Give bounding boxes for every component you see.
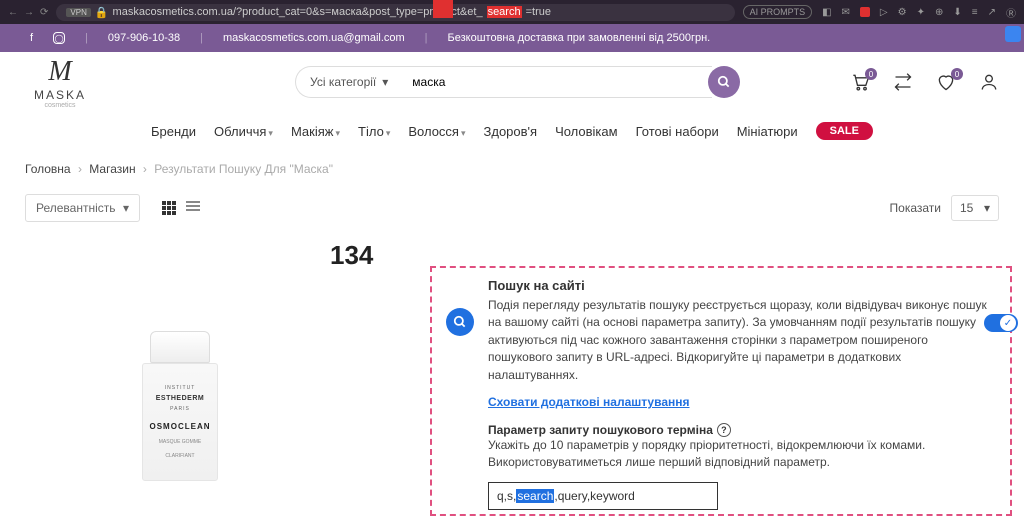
- browser-chrome: ← → ⟳ VPN 🔒 maskacosmetics.com.ua/?produ…: [0, 0, 1024, 24]
- logo[interactable]: M MASKA cosmetics: [25, 56, 95, 109]
- vpn-badge: VPN: [66, 8, 90, 17]
- breadcrumb: Головна › Магазин › Результати Пошуку Дл…: [0, 154, 1024, 194]
- chevron-down-icon: ▾: [123, 201, 129, 215]
- ext-icon-red[interactable]: [860, 7, 870, 17]
- facebook-icon[interactable]: f: [30, 32, 33, 44]
- nav-health[interactable]: Здоров'я: [484, 124, 538, 139]
- search-category-select[interactable]: Усі категорії ▾: [295, 66, 402, 98]
- search-icon: [446, 308, 474, 336]
- ext-icon-1[interactable]: ◧: [822, 7, 831, 18]
- ext-icon-6[interactable]: ⊕: [935, 7, 943, 18]
- view-mode: [162, 201, 200, 215]
- chevron-down-icon: ▾: [382, 75, 388, 89]
- nav-makeup[interactable]: Макіяж▾: [291, 124, 340, 139]
- hide-advanced-link[interactable]: Сховати додаткові налаштування: [488, 395, 690, 409]
- edge-icon[interactable]: [1005, 26, 1021, 42]
- product-card[interactable]: INSTITUT ESTHEDERM PARIS OSMOCLEAN MASQU…: [100, 331, 260, 481]
- browser-right-icons: AI PROMPTS ◧ ✉ ▷ ⚙ ✦ ⊕ ⬇ ≡ ↗ Ⓡ: [743, 5, 1016, 20]
- chevron-down-icon: ▾: [984, 201, 990, 215]
- enable-toggle[interactable]: [984, 314, 1018, 332]
- instagram-icon[interactable]: ◯: [53, 32, 65, 44]
- lock-icon: 🔒: [95, 6, 109, 19]
- cart-icon[interactable]: 0: [849, 72, 871, 92]
- forward-icon[interactable]: →: [24, 7, 34, 18]
- ext-icon-9[interactable]: ↗: [988, 7, 996, 18]
- main-nav: Бренди Обличчя▾ Макіяж▾ Тіло▾ Волосся▾ З…: [0, 112, 1024, 154]
- wishlist-badge: 0: [951, 68, 963, 80]
- nav-hair[interactable]: Волосся▾: [408, 124, 465, 139]
- ai-prompts-button[interactable]: AI PROMPTS: [743, 5, 813, 19]
- ext-icon-10[interactable]: Ⓡ: [1006, 5, 1016, 20]
- sort-label: Релевантність: [36, 201, 116, 215]
- back-icon[interactable]: ←: [8, 7, 18, 18]
- site-topbar: f ◯ | 097-906-10-38 | maskacosmetics.com…: [0, 24, 1024, 52]
- ext-icon-2[interactable]: ✉: [842, 7, 850, 18]
- search-param-input[interactable]: q,s,search,query,keyword: [488, 482, 718, 510]
- wishlist-icon[interactable]: 0: [935, 72, 957, 92]
- product-image: INSTITUT ESTHEDERM PARIS OSMOCLEAN MASQU…: [135, 331, 225, 481]
- nav-mini[interactable]: Мініатюри: [737, 124, 798, 139]
- browser-nav-icons: ← → ⟳: [8, 7, 48, 18]
- show-label: Показати: [890, 201, 941, 215]
- nav-brands[interactable]: Бренди: [151, 124, 196, 139]
- topbar-shipping: Безкоштовна доставка при замовленні від …: [448, 32, 711, 44]
- per-page-value: 15: [960, 201, 973, 215]
- ext-icon-3[interactable]: ▷: [880, 7, 888, 18]
- nav-body[interactable]: Тіло▾: [358, 124, 390, 139]
- sort-select[interactable]: Релевантність ▾: [25, 194, 140, 222]
- panel-description: Подія перегляду результатів пошуку реєст…: [488, 297, 994, 384]
- crumb-shop[interactable]: Магазин: [89, 162, 135, 176]
- url-text-pre: maskacosmetics.com.ua/?product_cat=0&s=м…: [113, 6, 483, 18]
- url-bar[interactable]: VPN 🔒 maskacosmetics.com.ua/?product_cat…: [56, 4, 734, 21]
- per-page-select[interactable]: 15 ▾: [951, 195, 999, 221]
- search-button[interactable]: [708, 66, 740, 98]
- site-header: M MASKA cosmetics Усі категорії ▾ 0 0: [0, 52, 1024, 112]
- search-input[interactable]: [402, 66, 712, 98]
- panel-title: Пошук на сайті: [488, 278, 994, 293]
- nav-sale[interactable]: SALE: [816, 122, 873, 140]
- param-description: Укажіть до 10 параметрів у порядку пріор…: [488, 437, 994, 472]
- chevron-down-icon: ▾: [386, 128, 391, 138]
- ext-icon-8[interactable]: ≡: [972, 7, 978, 18]
- search-cat-label: Усі категорії: [310, 75, 376, 89]
- ext-icon-7[interactable]: ⬇: [953, 7, 961, 18]
- url-text-post: =true: [526, 6, 551, 18]
- ga-settings-panel: Пошук на сайті Подія перегляду результат…: [430, 266, 1012, 516]
- chevron-down-icon: ▾: [268, 128, 273, 138]
- search-icon: [717, 75, 731, 89]
- ext-icon-4[interactable]: ⚙: [898, 7, 907, 18]
- logo-text: MASKA: [25, 88, 95, 102]
- account-icon[interactable]: [979, 72, 999, 92]
- crumb-home[interactable]: Головна: [25, 162, 71, 176]
- ext-icon-5[interactable]: ✦: [917, 7, 925, 18]
- grid-view-icon[interactable]: [162, 201, 176, 215]
- cart-badge: 0: [865, 68, 877, 80]
- crumb-current: Результати Пошуку Для "Маска": [154, 162, 333, 176]
- compare-icon[interactable]: [893, 72, 913, 92]
- url-highlight: search: [487, 6, 522, 18]
- search-bar: Усі категорії ▾: [295, 66, 740, 98]
- list-view-icon[interactable]: [186, 201, 200, 215]
- input-highlight: search: [516, 489, 554, 503]
- param-heading: Параметр запиту пошукового терміна ?: [488, 423, 994, 437]
- topbar-phone[interactable]: 097-906-10-38: [108, 32, 180, 44]
- chevron-down-icon: ▾: [461, 128, 466, 138]
- chevron-down-icon: ▾: [335, 128, 340, 138]
- help-icon[interactable]: ?: [717, 423, 731, 437]
- nav-face[interactable]: Обличчя▾: [214, 124, 273, 139]
- results-toolbar: Релевантність ▾ Показати 15 ▾: [0, 194, 1024, 234]
- reload-icon[interactable]: ⟳: [40, 7, 48, 18]
- nav-sets[interactable]: Готові набори: [636, 124, 719, 139]
- logo-sub: cosmetics: [25, 102, 95, 109]
- header-icons: 0 0: [849, 72, 999, 92]
- nav-men[interactable]: Чоловікам: [555, 124, 618, 139]
- topbar-email[interactable]: maskacosmetics.com.ua@gmail.com: [223, 32, 405, 44]
